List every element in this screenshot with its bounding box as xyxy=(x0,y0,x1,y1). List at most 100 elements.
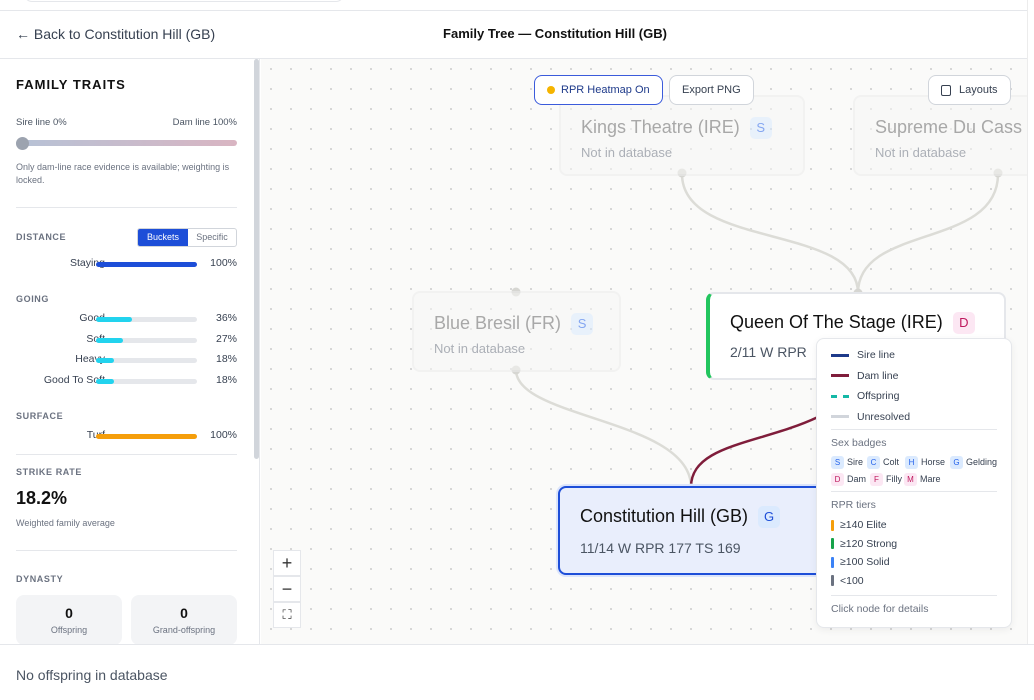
rpr-tiers-title: RPR tiers xyxy=(831,499,876,511)
trait-bar xyxy=(96,262,197,267)
sex-badge-key: H xyxy=(905,456,918,469)
save-icon xyxy=(941,85,951,96)
tier-label: ≥140 Elite xyxy=(840,519,887,531)
dynasty-card-offspring: 0 Offspring xyxy=(16,595,122,644)
node-kings-theatre[interactable]: Kings Theatre (IRE) S Not in database xyxy=(559,95,805,176)
page-title: Family Tree — Constitution Hill (GB) xyxy=(443,26,667,41)
line-swatch xyxy=(831,374,849,378)
sex-badge-item: G Gelding xyxy=(950,456,997,469)
strike-rate-label: STRIKE RATE xyxy=(16,467,82,477)
zoom-in-button[interactable]: + xyxy=(273,550,301,576)
export-png-button[interactable]: Export PNG xyxy=(669,75,754,105)
legend-line-label: Offspring xyxy=(857,390,900,402)
edge-queen-hill xyxy=(689,415,819,488)
trait-bar xyxy=(96,379,197,385)
slider-note: Only dam-line race evidence is available… xyxy=(16,162,230,185)
sex-badge-item: C Colt xyxy=(867,456,899,469)
sire-dam-slider[interactable] xyxy=(16,140,237,146)
offspring-count: 0 xyxy=(65,605,73,621)
trait-percent: 100% xyxy=(210,429,237,441)
sidebar-scrollbar[interactable] xyxy=(254,59,259,459)
slider-thumb[interactable] xyxy=(16,137,29,150)
sex-badge-label: Horse xyxy=(921,457,946,467)
trait-bar-fill xyxy=(96,317,133,322)
toggle-buckets[interactable]: Buckets xyxy=(138,229,188,246)
zoom-out-button[interactable]: − xyxy=(273,576,301,602)
sex-badge-key: F xyxy=(870,473,883,486)
tier-swatch xyxy=(831,519,834,531)
sex-badge-key: C xyxy=(867,456,880,469)
toggle-specific[interactable]: Specific xyxy=(188,229,236,246)
line-swatch xyxy=(831,353,849,357)
legend-line-label: Sire line xyxy=(857,349,895,361)
edge-kings-queen xyxy=(680,173,860,294)
sex-badge-item: D Dam xyxy=(831,473,866,486)
layouts-button[interactable]: Layouts xyxy=(928,75,1011,105)
rpr-tier-item: <100 xyxy=(831,575,864,587)
strike-rate-value: 18.2% xyxy=(16,488,68,508)
node-supreme-du-cass[interactable]: Supreme Du Cass Not in database xyxy=(853,95,1034,176)
trait-row: Good 36% xyxy=(16,312,237,326)
sex-badge-item: F Filly xyxy=(870,473,902,486)
divider xyxy=(831,595,997,596)
trait-row: Turf100% xyxy=(16,429,237,443)
sex-badge-item: H Horse xyxy=(905,456,945,469)
sex-badge-label: Mare xyxy=(920,474,941,484)
divider xyxy=(16,550,237,551)
footer-status: No offspring in database xyxy=(16,667,168,683)
trait-bar-fill xyxy=(96,262,197,267)
slider-right-label: Dam line 100% xyxy=(172,117,237,128)
page-scrollbar[interactable] xyxy=(1027,0,1034,644)
trait-row: Soft27% xyxy=(16,333,237,347)
rpr-tier-item: ≥100 Solid xyxy=(831,556,890,568)
family-traits-title: FAMILY TRAITS xyxy=(16,77,126,92)
legend-line-label: Dam line xyxy=(857,369,899,382)
sex-badge-label: Filly xyxy=(886,474,902,484)
sex-badge-label: Gelding xyxy=(966,457,998,467)
legend-hint: Click node for details xyxy=(831,603,929,615)
trait-percent: 100% xyxy=(210,257,237,269)
divider xyxy=(831,429,997,430)
trait-row: Good To Soft 18% xyxy=(16,374,237,388)
node-status: Not in database xyxy=(875,145,967,160)
tier-label: ≥120 Strong xyxy=(840,537,898,550)
legend-line-label: Unresolved xyxy=(857,410,911,423)
rpr-tier-item: ≥140 Elite xyxy=(831,519,887,531)
legend-line-item: Sire line xyxy=(831,349,895,361)
sex-badge-label: Dam xyxy=(847,474,867,484)
legend-panel: Sire line Dam line Offspring Unresolved Sex… xyxy=(816,338,1012,628)
fit-view-button[interactable]: ⛶ xyxy=(273,602,301,628)
dynasty-label: DYNASTY xyxy=(16,574,64,584)
node-constitution-hill[interactable]: Constitution Hill (GB) G 11/14 W RPR 177 … xyxy=(558,486,826,575)
tree-canvas[interactable]: Kings Theatre (IRE) S Not in database Sup… xyxy=(261,59,1034,644)
heatmap-toggle-button[interactable]: RPR Heatmap On xyxy=(534,75,663,105)
sex-badge-key: D xyxy=(831,473,844,486)
offspring-label: Offspring xyxy=(50,625,88,635)
node-blue-bresil[interactable]: Blue Bresil (FR) S Not in database xyxy=(412,291,621,372)
tier-label: ≥100 Solid xyxy=(840,556,890,568)
sex-badge-label: Sire xyxy=(847,457,864,467)
grand-offspring-count: 0 xyxy=(180,605,188,621)
sex-badge-key: G xyxy=(950,456,963,469)
strike-rate-note: Weighted family average xyxy=(16,518,115,528)
trait-percent: 36% xyxy=(215,312,237,324)
sex-badge: S xyxy=(749,117,772,140)
trait-bar xyxy=(96,317,197,322)
rpr-tier-item: ≥120 Strong xyxy=(831,538,897,550)
trait-row: Heavy 18% xyxy=(16,353,237,367)
edge-blue-hill xyxy=(514,369,693,488)
sex-badge-item: S Sire xyxy=(831,456,863,469)
going-label: GOING xyxy=(16,294,50,304)
node-name: Queen Of The Stage (IRE) D xyxy=(730,312,975,335)
top-input-edge xyxy=(24,0,344,2)
node-stats: 11/14 W RPR 177 TS 169 xyxy=(580,540,741,556)
dynasty-card-grand-offspring: 0 Grand-offspring xyxy=(131,595,237,644)
tier-swatch xyxy=(831,538,834,550)
node-status: Not in database xyxy=(581,145,673,160)
edge-supreme-queen xyxy=(856,173,1000,294)
trait-percent: 18% xyxy=(215,374,237,387)
legend-line-item: Unresolved xyxy=(831,411,910,423)
divider xyxy=(16,207,237,208)
sex-badge-label: Colt xyxy=(883,457,900,467)
sidebar: FAMILY TRAITS Sire line 0% Dam line 100%… xyxy=(0,59,260,644)
